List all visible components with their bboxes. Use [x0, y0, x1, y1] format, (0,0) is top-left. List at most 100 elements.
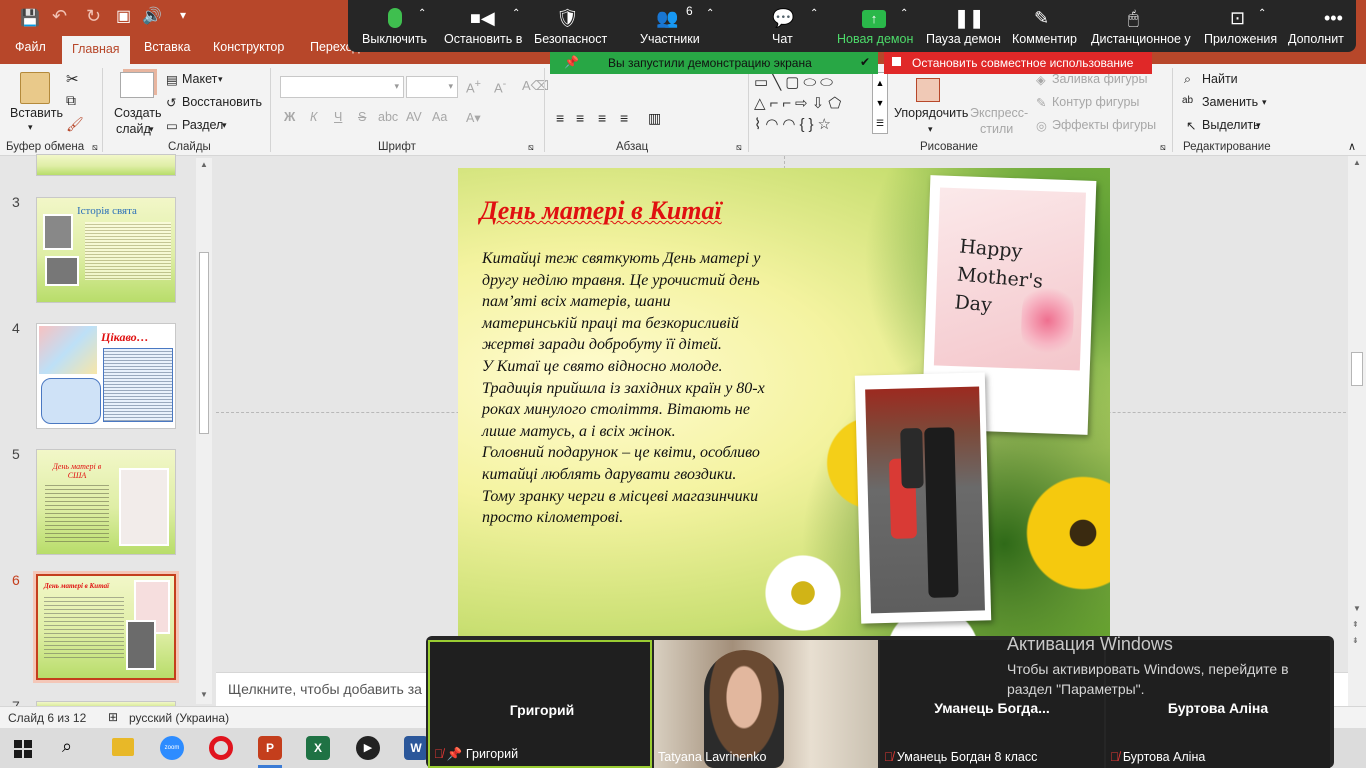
align-left-icon[interactable]: ≡: [556, 110, 564, 126]
tab-home[interactable]: Главная: [62, 36, 130, 64]
align-right-icon[interactable]: ≡: [598, 110, 606, 126]
tab-design[interactable]: Конструктор: [213, 40, 284, 54]
thumbnail-scroll-thumb[interactable]: [199, 252, 209, 434]
clipboard-launcher-icon[interactable]: ⧅: [92, 142, 98, 153]
search-icon[interactable]: ⌕: [62, 736, 72, 757]
customize-qat-icon[interactable]: ▾: [180, 8, 186, 22]
shape-fill-button[interactable]: Заливка фигуры: [1052, 72, 1147, 86]
remote-control-mouse-icon[interactable]: 🖱: [1128, 8, 1139, 29]
layout-button[interactable]: Макет: [182, 72, 217, 86]
mute-button[interactable]: Выключить: [362, 32, 427, 46]
font-color-icon[interactable]: A▾: [466, 110, 481, 125]
media-player-icon[interactable]: ▶: [356, 736, 380, 760]
font-name-combo[interactable]: ▾: [280, 76, 404, 98]
stop-video-button[interactable]: Остановить в: [444, 32, 522, 46]
shrink-font-icon[interactable]: A-: [494, 78, 506, 95]
accessibility-icon[interactable]: ⊞: [108, 710, 118, 724]
redo-icon[interactable]: ↻: [86, 6, 101, 27]
chat-icon[interactable]: 💬: [772, 8, 794, 29]
annotate-button[interactable]: Комментир: [1012, 32, 1077, 46]
microphone-icon[interactable]: [388, 8, 402, 28]
apps-button[interactable]: Приложения: [1204, 32, 1277, 46]
arrange-icon[interactable]: [916, 78, 940, 102]
collapse-ribbon-icon[interactable]: ∧: [1348, 140, 1356, 153]
previous-slide-icon[interactable]: ⇞: [1352, 620, 1359, 629]
quick-styles-button[interactable]: Экспресс-: [970, 106, 1028, 120]
change-case-icon[interactable]: Aa: [432, 110, 447, 124]
video-tile[interactable]: Tatyana Lavrinenko: [654, 640, 878, 768]
annotate-pen-icon[interactable]: ✎: [1034, 8, 1049, 29]
opera-icon[interactable]: [209, 736, 233, 760]
outline-icon[interactable]: ✎: [1036, 95, 1046, 110]
shapes-gallery[interactable]: ▭╲▢⬭⬭ △⌐⌐⇨⇩⬠ ⌇◠◠{}☆: [754, 72, 870, 134]
shadow-button[interactable]: abc: [378, 110, 398, 124]
char-spacing-icon[interactable]: AV: [406, 110, 422, 124]
strike-button[interactable]: S: [358, 110, 366, 124]
security-button[interactable]: Безопасност: [534, 32, 607, 46]
excel-icon[interactable]: X: [306, 736, 330, 760]
clear-format-icon[interactable]: A⌫: [522, 78, 549, 94]
layout-icon[interactable]: ▤: [166, 72, 178, 87]
more-button[interactable]: Дополнит: [1288, 32, 1344, 46]
windows-start-icon[interactable]: [14, 740, 32, 758]
tab-insert[interactable]: Вставка: [144, 40, 190, 54]
slide-thumb-4[interactable]: Цікаво…: [36, 323, 176, 429]
copy-icon[interactable]: ⧉: [66, 92, 76, 109]
underline-button[interactable]: Ч: [334, 110, 342, 124]
new-slide-icon[interactable]: [120, 72, 154, 98]
paragraph-launcher-icon[interactable]: ⧅: [736, 142, 742, 153]
quick-styles-button-line2[interactable]: стили: [980, 122, 1013, 136]
section-button[interactable]: Раздел: [182, 118, 223, 132]
notes-placeholder[interactable]: Щелкните, чтобы добавить за: [228, 681, 422, 697]
new-slide-button-line2[interactable]: слайд: [116, 122, 151, 136]
paste-icon[interactable]: [20, 72, 50, 104]
section-icon[interactable]: ▭: [166, 118, 178, 133]
slide[interactable]: День матері в Китаї Китайці теж святкуют…: [458, 168, 1110, 638]
apps-icon[interactable]: ⊡: [1230, 8, 1245, 29]
stop-share-label[interactable]: Остановить совместное использование: [912, 56, 1133, 70]
new-share-icon[interactable]: ↑: [862, 10, 886, 28]
powerpoint-icon[interactable]: P: [258, 736, 282, 760]
new-share-button[interactable]: Новая демон: [837, 32, 913, 46]
select-button[interactable]: Выделить: [1202, 118, 1260, 132]
file-explorer-icon[interactable]: [112, 738, 134, 756]
new-slide-button[interactable]: Создать: [114, 106, 162, 120]
arrange-button[interactable]: Упорядочить: [894, 106, 968, 120]
reset-button[interactable]: Восстановить: [182, 95, 262, 109]
pin-icon[interactable]: 📌: [564, 55, 579, 69]
slide-thumb-5[interactable]: День матері в США: [36, 449, 176, 555]
grow-font-icon[interactable]: A+: [466, 78, 481, 95]
undo-icon[interactable]: ↶: [52, 6, 67, 27]
pause-share-button[interactable]: Пауза демон: [926, 32, 1001, 46]
italic-button[interactable]: К: [310, 110, 317, 124]
cut-icon[interactable]: ✂: [66, 70, 79, 88]
next-slide-icon[interactable]: ⇟: [1352, 636, 1359, 645]
stop-share-button[interactable]: Остановить совместное использование: [884, 52, 1152, 74]
shape-effects-button[interactable]: Эффекты фигуры: [1052, 118, 1156, 132]
zoom-app-icon[interactable]: zoom: [160, 736, 184, 760]
reset-icon[interactable]: ↺: [166, 95, 176, 110]
video-tile-active-speaker[interactable]: Григорий 🎙̸ 📌 Григорий: [428, 640, 652, 768]
find-icon[interactable]: ⌕: [1184, 72, 1191, 87]
font-size-combo[interactable]: ▾: [406, 76, 458, 98]
shapes-scroll[interactable]: ▲ ▼ ☰: [872, 72, 888, 134]
video-icon[interactable]: ■◀: [470, 8, 495, 29]
columns-icon[interactable]: ▥: [648, 110, 661, 127]
drawing-launcher-icon[interactable]: ⧅: [1160, 142, 1166, 153]
save-icon[interactable]: 💾: [20, 8, 40, 28]
security-shield-icon[interactable]: 🛡: [556, 8, 579, 29]
pause-share-icon[interactable]: ❚❚: [954, 8, 984, 29]
slide-title[interactable]: День матері в Китаї: [480, 196, 722, 226]
slide-body-text[interactable]: Китайці теж святкують День матері у другу…: [482, 248, 822, 529]
select-icon[interactable]: ↖: [1186, 118, 1196, 133]
justify-icon[interactable]: ≡: [620, 110, 628, 126]
participants-icon[interactable]: 👥: [656, 8, 678, 29]
bold-button[interactable]: Ж: [284, 110, 295, 124]
present-icon[interactable]: ▣: [116, 6, 131, 26]
find-button[interactable]: Найти: [1202, 72, 1238, 86]
slide-scrollbar[interactable]: ▲ ▼ ⇞ ⇟: [1348, 156, 1366, 706]
replace-icon[interactable]: ab: [1182, 95, 1193, 106]
audio-icon[interactable]: 🔊: [142, 6, 162, 26]
thumbnail-scrollbar[interactable]: ▲ ▼: [196, 158, 212, 704]
slide-thumb-2[interactable]: [36, 154, 176, 176]
